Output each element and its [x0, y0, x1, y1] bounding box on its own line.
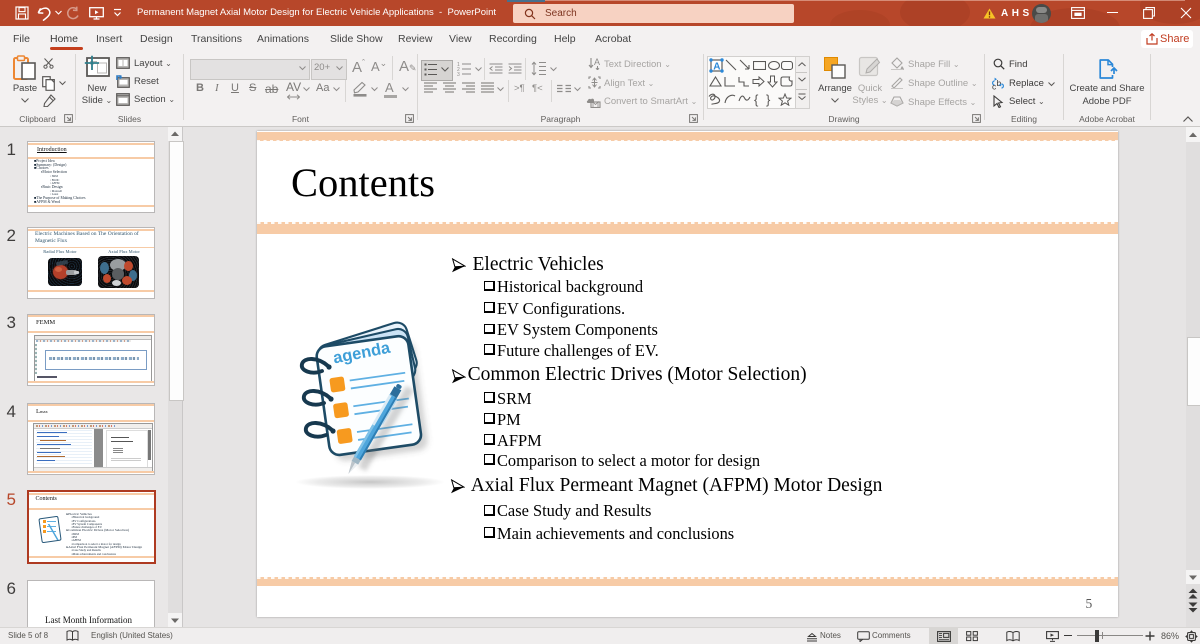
svg-text:b: b: [997, 78, 1002, 88]
svg-text:A: A: [594, 57, 600, 67]
svg-text:3: 3: [457, 72, 460, 76]
svg-text:A: A: [713, 62, 720, 73]
